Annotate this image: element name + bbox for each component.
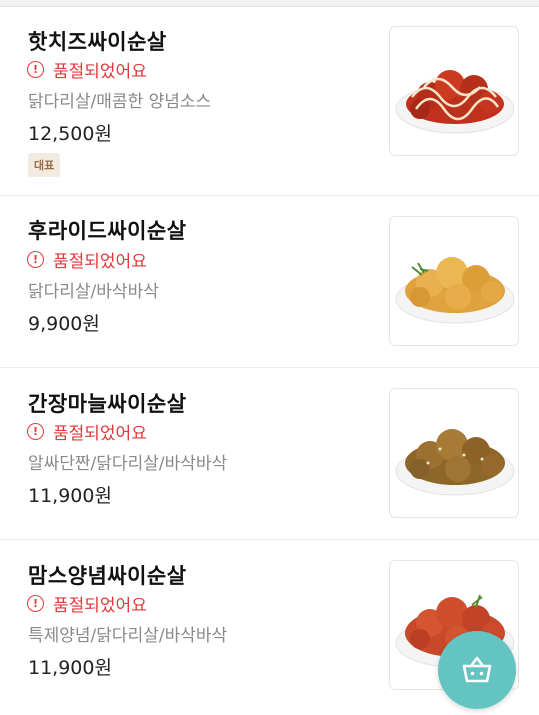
sold-out-status: ! 품절되었어요: [27, 57, 147, 82]
exclamation-circle-icon: !: [27, 251, 44, 268]
sold-out-label: 품절되었어요: [53, 596, 147, 616]
sold-out-status: ! 품절되었어요: [27, 591, 147, 616]
menu-item-name: 맘스양념싸이순살: [28, 564, 187, 588]
menu-item-price: 9,900원: [28, 313, 100, 335]
menu-item-name: 간장마늘싸이순살: [28, 392, 187, 416]
menu-item-price: 12,500원: [28, 123, 112, 145]
menu-item[interactable]: 핫치즈싸이순살 ! 품절되었어요 닭다리살/매콤한 양념소스 12,500원 대…: [0, 7, 539, 196]
sold-out-status: ! 품절되었어요: [27, 419, 147, 444]
exclamation-circle-icon: !: [27, 595, 44, 612]
cart-button[interactable]: [438, 631, 516, 709]
sold-out-label: 품절되었어요: [53, 424, 147, 444]
menu-item-price: 11,900원: [28, 657, 112, 679]
menu-item-image[interactable]: [389, 388, 519, 518]
menu-item[interactable]: 간장마늘싸이순살 ! 품절되었어요 알싸단짠/닭다리살/바삭바삭 11,900원: [0, 368, 539, 540]
menu-item-description: 특제양념/닭다리살/바삭바삭: [28, 626, 228, 646]
shopping-basket-icon: [462, 656, 492, 683]
exclamation-circle-icon: !: [27, 423, 44, 440]
menu-item-description: 알싸단짠/닭다리살/바삭바삭: [28, 454, 228, 474]
menu-item[interactable]: 후라이드싸이순살 ! 품절되었어요 닭다리살/바삭바삭 9,900원: [0, 196, 539, 368]
sold-out-status: ! 품절되었어요: [27, 247, 147, 272]
sold-out-label: 품절되었어요: [53, 62, 147, 82]
signature-badge: 대표: [28, 153, 61, 177]
menu-item-description: 닭다리살/매콤한 양념소스: [28, 92, 212, 112]
menu-item-description: 닭다리살/바삭바삭: [28, 282, 159, 302]
menu-item-price: 11,900원: [28, 485, 112, 507]
exclamation-circle-icon: !: [27, 61, 44, 78]
sold-out-label: 품절되었어요: [53, 252, 147, 272]
menu-item-name: 핫치즈싸이순살: [28, 30, 167, 54]
menu-item-name: 후라이드싸이순살: [28, 219, 187, 243]
top-divider: [0, 0, 539, 7]
menu-item-image[interactable]: [389, 26, 519, 156]
menu-item-image[interactable]: [389, 216, 519, 346]
